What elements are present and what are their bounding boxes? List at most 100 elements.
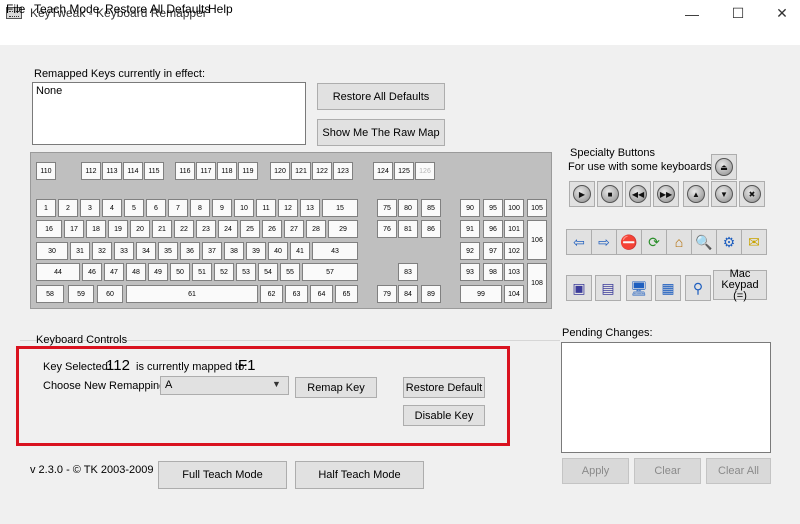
key-90[interactable]: 90 (460, 199, 480, 217)
key-39[interactable]: 39 (246, 242, 266, 260)
key-101[interactable]: 101 (504, 220, 524, 238)
half-teach-mode-button[interactable]: Half Teach Mode (295, 461, 424, 489)
key-54[interactable]: 54 (258, 263, 278, 281)
key-98[interactable]: 98 (483, 263, 503, 281)
restore-default-button[interactable]: Restore Default (403, 377, 485, 398)
volume-up-button[interactable]: ▲ (683, 181, 709, 207)
full-teach-mode-button[interactable]: Full Teach Mode (158, 461, 287, 489)
key-53[interactable]: 53 (236, 263, 256, 281)
key-61[interactable]: 61 (126, 285, 258, 303)
key-115[interactable]: 115 (144, 162, 164, 180)
key-80[interactable]: 80 (398, 199, 418, 217)
key-4[interactable]: 4 (102, 199, 122, 217)
stop-button[interactable]: ■ (597, 181, 623, 207)
magnifier-button[interactable]: ⚲ (685, 275, 711, 301)
key-15[interactable]: 15 (322, 199, 358, 217)
key-31[interactable]: 31 (70, 242, 90, 260)
key-102[interactable]: 102 (504, 242, 524, 260)
menu-file[interactable]: File (6, 2, 25, 16)
key-79[interactable]: 79 (377, 285, 397, 303)
eject-button[interactable]: ⏏ (711, 154, 737, 180)
key-20[interactable]: 20 (130, 220, 150, 238)
key-103[interactable]: 103 (504, 263, 524, 281)
key-120[interactable]: 120 (270, 162, 290, 180)
key-104[interactable]: 104 (504, 285, 524, 303)
key-108[interactable]: 108 (527, 263, 547, 303)
key-16[interactable]: 16 (36, 220, 62, 238)
computer-button[interactable]: 🖥 (626, 275, 652, 301)
key-29[interactable]: 29 (328, 220, 358, 238)
menu-help[interactable]: Help (208, 2, 233, 16)
browser-favorites-button[interactable]: ⚙ (716, 229, 742, 255)
key-126[interactable]: 126 (415, 162, 435, 180)
key-44[interactable]: 44 (36, 263, 80, 281)
clear-button[interactable]: Clear (634, 458, 701, 484)
remap-key-button[interactable]: Remap Key (295, 377, 377, 398)
key-57[interactable]: 57 (302, 263, 358, 281)
mail-button[interactable]: ✉ (741, 229, 767, 255)
menu-restore-all-defaults[interactable]: Restore All Defaults (105, 2, 210, 16)
key-100[interactable]: 100 (504, 199, 524, 217)
browser-refresh-button[interactable]: ⟳ (641, 229, 667, 255)
key-125[interactable]: 125 (394, 162, 414, 180)
key-19[interactable]: 19 (108, 220, 128, 238)
calculator-button[interactable]: ▦ (655, 275, 681, 301)
key-30[interactable]: 30 (36, 242, 68, 260)
key-50[interactable]: 50 (170, 263, 190, 281)
key-40[interactable]: 40 (268, 242, 288, 260)
key-28[interactable]: 28 (306, 220, 326, 238)
disable-key-button[interactable]: Disable Key (403, 405, 485, 426)
key-13[interactable]: 13 (300, 199, 320, 217)
key-65[interactable]: 65 (335, 285, 358, 303)
media-player-button[interactable]: ▣ (566, 275, 592, 301)
key-116[interactable]: 116 (175, 162, 195, 180)
close-button[interactable]: ✕ (760, 0, 800, 27)
key-41[interactable]: 41 (290, 242, 310, 260)
browser-back-button[interactable]: ⇦ (566, 229, 592, 255)
key-49[interactable]: 49 (148, 263, 168, 281)
key-23[interactable]: 23 (196, 220, 216, 238)
key-33[interactable]: 33 (114, 242, 134, 260)
key-93[interactable]: 93 (460, 263, 480, 281)
restore-all-defaults-button[interactable]: Restore All Defaults (317, 83, 445, 110)
key-47[interactable]: 47 (104, 263, 124, 281)
key-21[interactable]: 21 (152, 220, 172, 238)
key-11[interactable]: 11 (256, 199, 276, 217)
browser-home-button[interactable]: ⌂ (666, 229, 692, 255)
key-36[interactable]: 36 (180, 242, 200, 260)
key-52[interactable]: 52 (214, 263, 234, 281)
key-85[interactable]: 85 (421, 199, 441, 217)
key-122[interactable]: 122 (312, 162, 332, 180)
key-38[interactable]: 38 (224, 242, 244, 260)
key-55[interactable]: 55 (280, 263, 300, 281)
key-117[interactable]: 117 (196, 162, 216, 180)
key-26[interactable]: 26 (262, 220, 282, 238)
remapping-dropdown[interactable]: A (160, 376, 289, 395)
browser-search-button[interactable]: 🔍 (691, 229, 717, 255)
key-86[interactable]: 86 (421, 220, 441, 238)
volume-down-button[interactable]: ▼ (711, 181, 737, 207)
browser-forward-button[interactable]: ⇨ (591, 229, 617, 255)
key-119[interactable]: 119 (238, 162, 258, 180)
key-37[interactable]: 37 (202, 242, 222, 260)
pending-changes-list[interactable] (561, 342, 771, 453)
key-123[interactable]: 123 (333, 162, 353, 180)
key-75[interactable]: 75 (377, 199, 397, 217)
key-18[interactable]: 18 (86, 220, 106, 238)
rewind-button[interactable]: ◀◀ (625, 181, 651, 207)
maximize-button[interactable]: ☐ (716, 0, 760, 27)
key-83[interactable]: 83 (398, 263, 418, 281)
fast-forward-button[interactable]: ▶▶ (653, 181, 679, 207)
key-92[interactable]: 92 (460, 242, 480, 260)
key-76[interactable]: 76 (377, 220, 397, 238)
key-89[interactable]: 89 (421, 285, 441, 303)
key-63[interactable]: 63 (285, 285, 308, 303)
clear-all-button[interactable]: Clear All (706, 458, 771, 484)
key-48[interactable]: 48 (126, 263, 146, 281)
key-51[interactable]: 51 (192, 263, 212, 281)
remapped-keys-list[interactable]: None (32, 82, 306, 145)
key-58[interactable]: 58 (36, 285, 64, 303)
key-96[interactable]: 96 (483, 220, 503, 238)
key-35[interactable]: 35 (158, 242, 178, 260)
my-computer-button[interactable]: ▤ (595, 275, 621, 301)
